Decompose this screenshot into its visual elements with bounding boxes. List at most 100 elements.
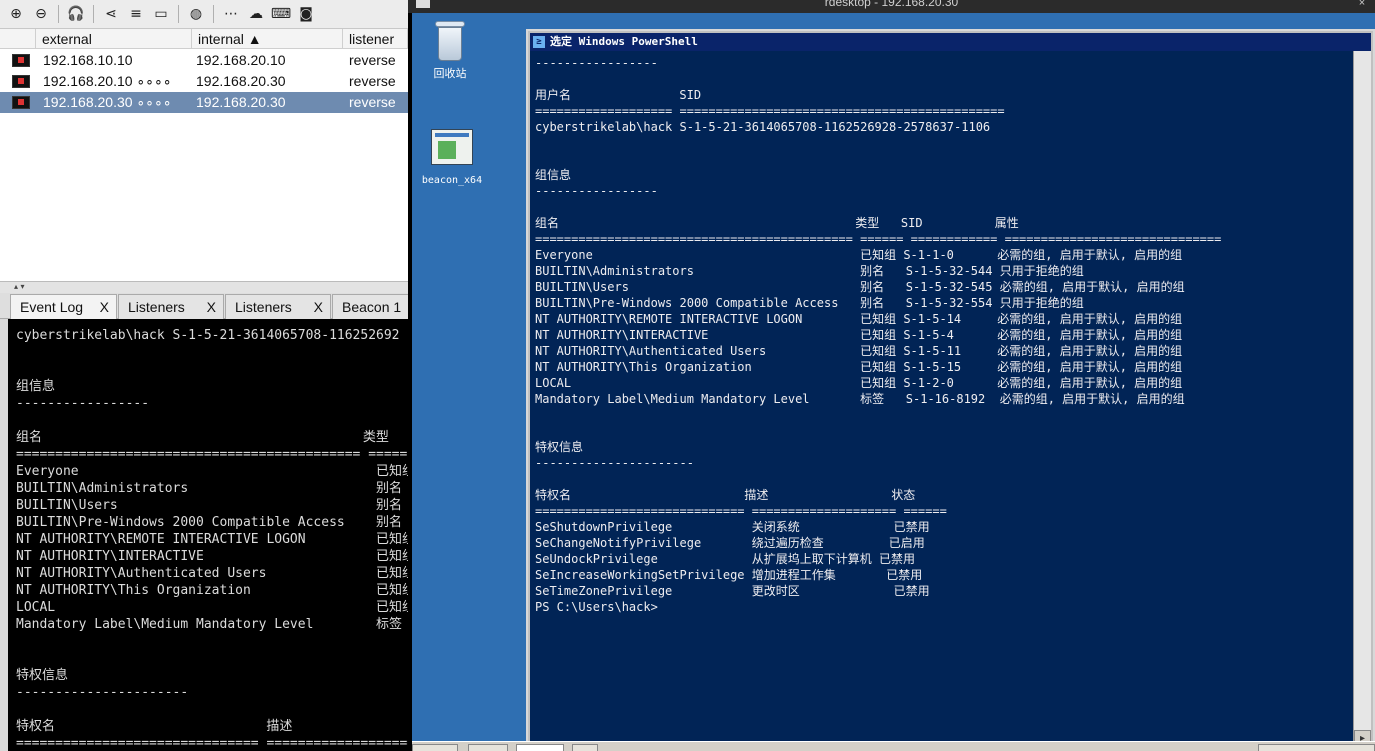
monitor-icon[interactable]: ▭ (151, 4, 171, 24)
remote-desktop: 回收站 beacon_x64 ≥ 选定 Windows PowerShell -… (412, 13, 1375, 751)
list-icon[interactable]: ≡ (126, 4, 146, 24)
window-menu-icon[interactable] (416, 0, 430, 8)
console-line: ----------------- (16, 396, 150, 411)
console-line: =============================== ========… (16, 736, 408, 751)
console-line: NT AUTHORITY\This Organization 已知组 (16, 583, 408, 598)
console-line: BUILTIN\Administrators 别名 (16, 481, 403, 496)
powershell-line: SeTimeZonePrivilege 更改时区 已禁用 (535, 584, 930, 598)
close-icon[interactable]: × (1355, 0, 1369, 9)
powershell-window[interactable]: ≥ 选定 Windows PowerShell ----------------… (526, 29, 1375, 751)
minus-circle-icon[interactable]: ⊖ (31, 4, 51, 24)
console-line: BUILTIN\Users 别名 (16, 498, 403, 513)
tab-close-button[interactable]: X (207, 295, 216, 319)
column-header-internal[interactable]: internal ▲ (192, 29, 343, 49)
beacon-session-icon (12, 54, 30, 67)
tab-event-log[interactable]: Event Log X (10, 294, 117, 319)
toolbar: ⊕ ⊖ 🎧 ⋖ ≡ ▭ ◍ ⋯ ☁ ⌨ ◙ (0, 0, 408, 29)
vertical-scrollbar[interactable]: ▸ (1353, 51, 1371, 747)
powershell-line: =================== ====================… (535, 104, 1005, 118)
desktop-icon-label: beacon_x64 (421, 175, 483, 186)
console-line: NT AUTHORITY\Authenticated Users 已知组 (16, 566, 408, 581)
tab-label: Listeners (235, 299, 292, 315)
session-internal: 192.168.20.10 (196, 52, 286, 68)
cobalt-strike-client: ⊕ ⊖ 🎧 ⋖ ≡ ▭ ◍ ⋯ ☁ ⌨ ◙ external internal ▲ listener… (0, 0, 408, 751)
powershell-line: SeIncreaseWorkingSetPrivilege 增加进程工作集 已禁… (535, 568, 923, 582)
beacon-console-output[interactable]: cyberstrikelab\hack S-1-5-21-3614065708-… (8, 319, 408, 751)
column-header-listener[interactable]: listener (343, 29, 408, 49)
powershell-console[interactable]: ----------------- 用户名 SID ================… (530, 51, 1353, 747)
start-button[interactable] (412, 744, 458, 751)
console-gutter (0, 319, 8, 751)
powershell-line: BUILTIN\Administrators 别名 S-1-5-32-544 只… (535, 264, 1084, 278)
tab-close-button[interactable]: X (314, 295, 323, 319)
session-row[interactable]: 192.168.20.30 ∘∘∘∘ 192.168.20.30 reverse (0, 92, 408, 113)
powershell-line: 特权名 描述 状态 (535, 488, 916, 502)
powershell-line: ========================================… (535, 232, 1222, 246)
globe-icon[interactable]: ◍ (186, 4, 206, 24)
powershell-line: SeUndockPrivilege 从扩展坞上取下计算机 已禁用 (535, 552, 915, 566)
tab-listeners-1[interactable]: Listeners X (118, 294, 224, 319)
split-pane-divider[interactable]: ▴ ▾ (0, 281, 408, 293)
tab-beacon[interactable]: Beacon 1 (332, 294, 408, 319)
session-external: 192.168.20.10 ∘∘∘∘ (43, 73, 172, 89)
rdp-title: rdesktop - 192.168.20.30 (824, 0, 959, 9)
console-line: 特权名 描述 (16, 719, 293, 734)
plus-circle-icon[interactable]: ⊕ (6, 4, 26, 24)
beacon-session-icon (12, 75, 30, 88)
powershell-line: BUILTIN\Users 别名 S-1-5-32-545 必需的组, 启用于默… (535, 280, 1185, 294)
powershell-line: ---------------------- (535, 456, 694, 470)
session-external: 192.168.10.10 (43, 52, 133, 68)
taskbar (412, 741, 1375, 751)
powershell-title-bar[interactable]: ≥ 选定 Windows PowerShell (530, 33, 1371, 51)
powershell-line: SeChangeNotifyPrivilege 绕过遍历检查 已启用 (535, 536, 925, 550)
console-line: NT AUTHORITY\REMOTE INTERACTIVE LOGON 已知… (16, 532, 408, 547)
camera-icon[interactable]: ◙ (296, 4, 316, 24)
share-icon[interactable]: ⋖ (101, 4, 121, 24)
desktop-icon-beacon[interactable]: beacon_x64 (416, 129, 488, 186)
session-external: 192.168.20.30 ∘∘∘∘ (43, 94, 172, 110)
application-icon (431, 129, 473, 165)
keyboard-icon[interactable]: ⌨ (271, 4, 291, 24)
taskbar-item[interactable] (572, 744, 598, 751)
session-listener: reverse (349, 73, 396, 89)
divider-arrows[interactable]: ▴ ▾ (14, 282, 25, 291)
session-row[interactable]: 192.168.20.10 ∘∘∘∘ 192.168.20.30 reverse (0, 71, 408, 92)
system-tray[interactable] (1258, 744, 1375, 751)
powershell-line: ----------------- (535, 184, 658, 198)
recycle-bin-icon (433, 21, 467, 61)
toolbar-separator (93, 5, 94, 23)
toolbar-separator (178, 5, 179, 23)
taskbar-item-active[interactable] (516, 744, 564, 751)
sessions-table: external internal ▲ listener 192.168.10.… (0, 29, 408, 281)
session-internal: 192.168.20.30 (196, 73, 286, 89)
powershell-line: Mandatory Label\Medium Mandatory Level 标… (535, 392, 1185, 406)
session-internal: 192.168.20.30 (196, 94, 286, 110)
console-line: LOCAL 已知组 (16, 600, 408, 615)
powershell-line: cyberstrikelab\hack S-1-5-21-3614065708-… (535, 120, 991, 134)
tab-close-button[interactable]: X (100, 295, 109, 319)
desktop-icon-recycle-bin[interactable]: 回收站 (422, 21, 478, 81)
tab-bar: Event Log X Listeners X Listeners X Beacon … (0, 293, 408, 319)
tab-label: Beacon 1 (342, 299, 402, 315)
console-line: Everyone 已知组 (16, 464, 408, 479)
powershell-line: NT AUTHORITY\This Organization 已知组 S-1-5… (535, 360, 1183, 374)
session-listener: reverse (349, 94, 396, 110)
console-line: BUILTIN\Pre-Windows 2000 Compatible Acce… (16, 515, 403, 530)
tab-label: Listeners (128, 299, 185, 315)
column-header-external[interactable]: external (36, 29, 192, 49)
column-header-icon[interactable] (0, 29, 36, 49)
ellipsis-icon[interactable]: ⋯ (221, 4, 241, 24)
desktop-icon-label: 回收站 (433, 68, 467, 80)
console-line: NT AUTHORITY\INTERACTIVE 已知组 (16, 549, 408, 564)
console-line: 特权信息 (16, 668, 69, 683)
session-row[interactable]: 192.168.10.10 192.168.20.10 reverse (0, 50, 408, 71)
cloud-download-icon[interactable]: ☁ (246, 4, 266, 24)
powershell-line: 用户名 SID (535, 88, 702, 102)
taskbar-item[interactable] (468, 744, 508, 751)
toolbar-separator (213, 5, 214, 23)
tab-listeners-2[interactable]: Listeners X (225, 294, 331, 319)
rdp-title-bar[interactable]: rdesktop - 192.168.20.30 × (408, 0, 1375, 13)
powershell-line: BUILTIN\Pre-Windows 2000 Compatible Acce… (535, 296, 1084, 310)
powershell-line: 组名 类型 SID 属性 (535, 216, 1019, 230)
headphones-icon[interactable]: 🎧 (66, 4, 86, 24)
